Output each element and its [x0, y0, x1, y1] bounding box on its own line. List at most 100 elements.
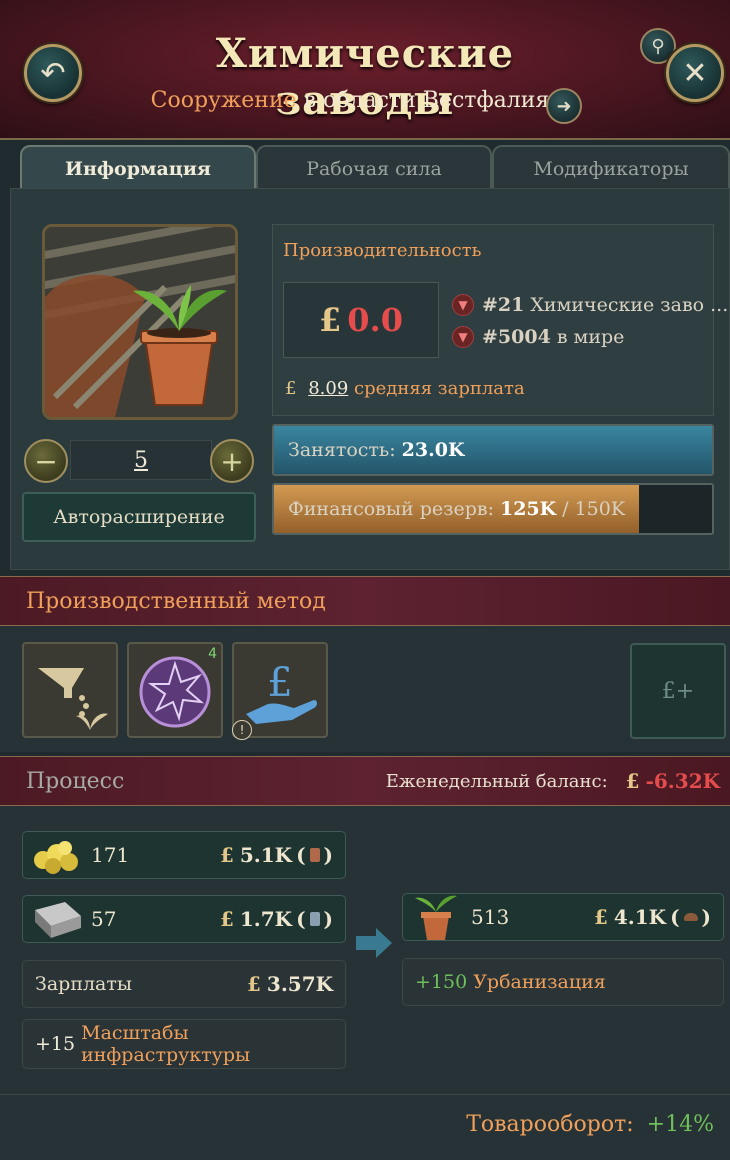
employment-value: 23.0K: [401, 439, 465, 461]
rank-world-number: #5004: [482, 326, 551, 348]
sulfur-icon: [34, 841, 78, 874]
employment-bar[interactable]: Занятость: 23.0K: [272, 424, 714, 476]
urbanization-text: +150 Урбанизация: [415, 959, 606, 1005]
rank-national-number: #21: [482, 294, 525, 316]
rank-world-label: в мире: [556, 326, 625, 348]
method-badge: 4: [208, 646, 217, 662]
back-button[interactable]: ↶: [24, 44, 82, 102]
wages-row[interactable]: Зарплаты £ 3.57K: [22, 960, 346, 1008]
tab-workforce[interactable]: Рабочая сила: [256, 145, 492, 191]
rank-down-icon: ▼: [452, 326, 474, 348]
svg-text:£: £: [267, 660, 292, 706]
process-title: Процесс: [26, 768, 125, 794]
auto-expand-button[interactable]: Авторасширение: [22, 492, 256, 542]
input-amount: 57: [91, 907, 117, 931]
financial-reserve-bar[interactable]: Финансовый резерв: 125K / 150K: [272, 483, 714, 535]
building-subtitle: Сооружение в области Вестфалия: [120, 88, 580, 113]
decrease-level-button[interactable]: −: [24, 439, 68, 483]
infrastructure-text: +15 Масштабы инфраструктуры: [35, 1020, 345, 1068]
reserve-label: Финансовый резерв:: [288, 498, 494, 520]
input-amount: 171: [91, 843, 130, 867]
wage-value: 8.09: [308, 378, 349, 399]
reserve-value: 125K: [499, 498, 557, 520]
currency-symbol: £: [625, 769, 640, 793]
magnifier-icon: ⚲: [651, 35, 665, 57]
input-good-sulfur[interactable]: 171 £ 5.1K ( ): [22, 831, 346, 879]
tab-modifiers[interactable]: Модификаторы: [492, 145, 730, 191]
wages-label: Зарплаты: [35, 973, 133, 995]
subtitle-type: Сооружение: [150, 88, 297, 113]
infrastructure-label: Масштабы инфраструктуры: [81, 1022, 251, 1066]
iron-ingot-icon: [35, 902, 81, 938]
increase-level-button[interactable]: +: [210, 439, 254, 483]
productivity-amount: 0.0: [347, 301, 403, 339]
method-tile-ownership[interactable]: £ !: [232, 642, 328, 740]
currency-symbol: £: [285, 378, 297, 399]
process-arrow-icon: [356, 928, 392, 958]
infrastructure-row[interactable]: +15 Масштабы инфраструктуры: [22, 1019, 346, 1069]
wages-value: 3.57K: [266, 972, 333, 996]
fertilizer-plant-icon: [415, 895, 457, 940]
input-value: 5.1K: [239, 843, 293, 867]
barrel-icon: [309, 912, 320, 926]
urbanization-label: Урбанизация: [473, 971, 606, 993]
output-value: 4.1K: [613, 905, 667, 929]
currency-symbol: £: [319, 301, 342, 339]
paren-open: (: [670, 905, 680, 929]
footer-divider: [0, 1094, 730, 1095]
infrastructure-value: +15: [35, 1033, 76, 1055]
average-wage[interactable]: £ 8.09 средняя зарплата: [285, 378, 525, 399]
add-production-method-button[interactable]: £+: [630, 643, 726, 739]
tab-workforce-label: Рабочая сила: [306, 158, 442, 180]
paren-close: ): [323, 843, 333, 867]
production-method-title: Производственный метод: [26, 588, 326, 614]
output-good-fertilizer[interactable]: 513 £ 4.1K ( ): [402, 893, 724, 941]
rank-world[interactable]: ▼ #5004 в мире: [452, 326, 624, 348]
urbanization-value: +150: [415, 971, 468, 993]
currency-symbol: £: [219, 843, 234, 867]
input-good-iron[interactable]: 57 £ 1.7K ( ): [22, 895, 346, 943]
rank-national-label: Химические заво ...: [530, 294, 729, 316]
paren-open: (: [296, 843, 306, 867]
building-image: [42, 224, 238, 420]
wages-cost: £ 3.57K: [247, 961, 333, 1007]
method-tile-explosives[interactable]: 4: [127, 642, 223, 738]
production-method-header: Производственный метод: [0, 576, 730, 626]
output-value-group: £ 4.1K ( ): [594, 894, 711, 940]
paren-close: ): [323, 907, 333, 931]
weekly-balance-label: Еженедельный баланс:: [385, 770, 608, 792]
tab-info[interactable]: Информация: [20, 145, 256, 191]
productivity-title: Производительность: [283, 240, 482, 261]
rank-national[interactable]: ▼ #21 Химические заво ...: [452, 294, 728, 316]
currency-symbol: £: [246, 972, 261, 996]
turnover-value: +14%: [646, 1112, 714, 1137]
turnover[interactable]: Товарооборот: +14%: [466, 1112, 714, 1137]
currency-symbol: £: [219, 907, 234, 931]
paren-close: ): [701, 905, 711, 929]
reserve-separator: /: [562, 498, 569, 520]
level-field[interactable]: 5: [70, 440, 212, 480]
method-tile-chemicals[interactable]: [22, 642, 118, 738]
plus-icon: +: [220, 444, 244, 478]
subtitle-mid: в области: [303, 88, 416, 113]
productivity-value[interactable]: £ 0.0: [283, 282, 439, 358]
turnover-label: Товарооборот:: [466, 1112, 634, 1137]
minus-icon: −: [34, 444, 58, 478]
reserve-text: Финансовый резерв: 125K / 150K: [288, 485, 625, 533]
close-button[interactable]: ✕: [666, 44, 724, 102]
weekly-balance[interactable]: Еженедельный баланс: £ -6.32K: [386, 757, 720, 805]
goto-region-button[interactable]: ➜: [546, 88, 582, 124]
tab-modifiers-label: Модификаторы: [533, 158, 689, 180]
back-arrow-icon: ↶: [40, 55, 66, 91]
reserve-max: 150K: [574, 498, 626, 520]
subtitle-region[interactable]: Вестфалия: [423, 88, 550, 113]
fertilizer-pour-icon: [38, 668, 108, 730]
currency-symbol: £: [593, 905, 608, 929]
urbanization-row[interactable]: +150 Урбанизация: [402, 958, 724, 1006]
input-cost: £ 1.7K ( ): [220, 896, 333, 942]
arrow-right-icon: ➜: [556, 95, 572, 117]
wage-label: средняя зарплата: [354, 378, 525, 399]
barrel-icon: [309, 848, 320, 862]
close-icon: ✕: [682, 55, 708, 91]
output-amount: 513: [471, 905, 510, 929]
